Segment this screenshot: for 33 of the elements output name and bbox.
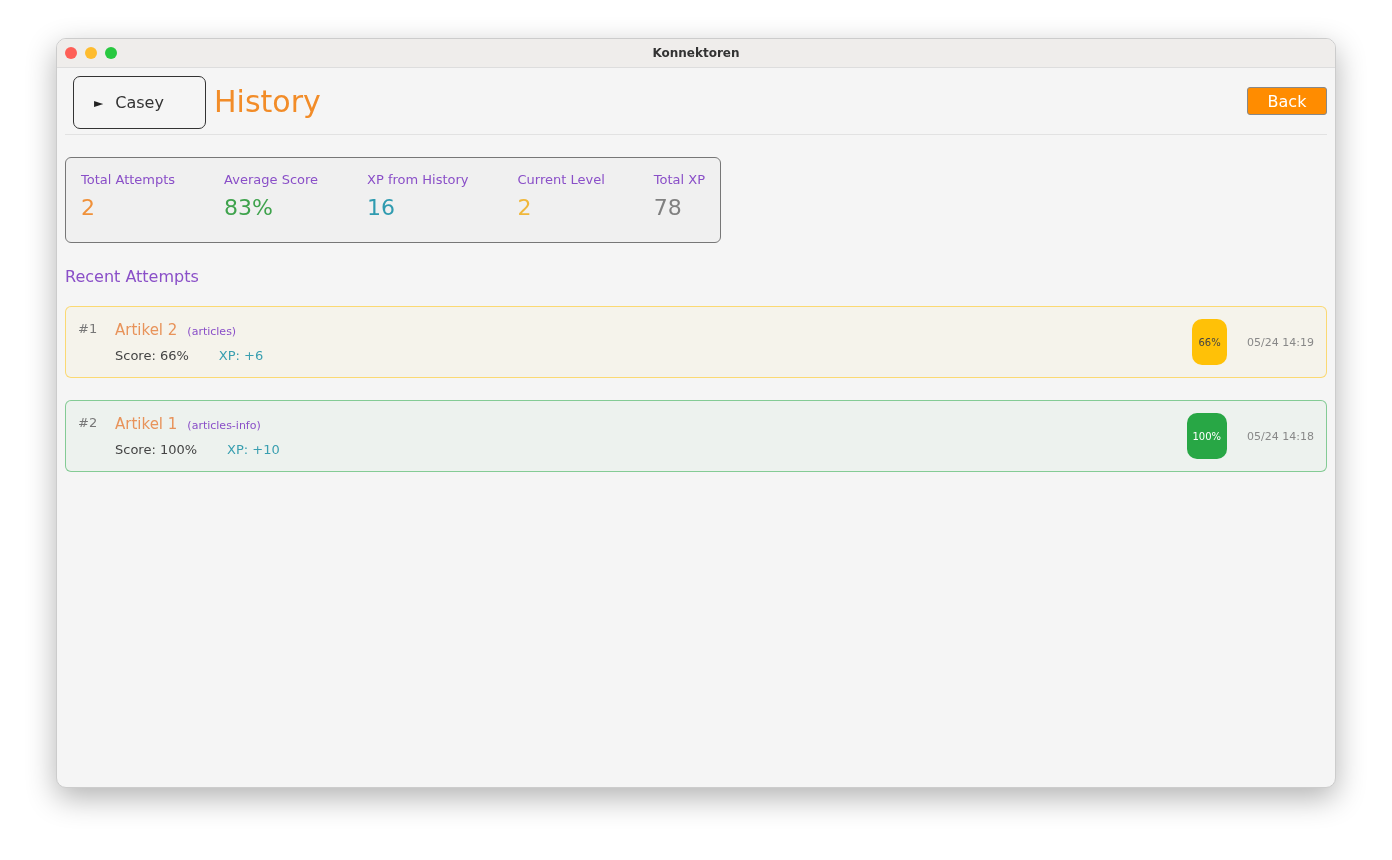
- attempt-time: 05/24 14:19: [1247, 335, 1314, 349]
- stat-value: 2: [517, 195, 533, 220]
- attempt-title: Artikel 2: [115, 321, 178, 339]
- stat-label: Total XP: [653, 172, 705, 187]
- score-badge: 66%: [1192, 319, 1228, 365]
- attempt-time: 05/24 14:18: [1247, 429, 1314, 443]
- page-title: History: [214, 83, 321, 119]
- stat-label: Average Score: [224, 172, 319, 187]
- stat-label: Total Attempts: [81, 172, 176, 187]
- stat-value: 2: [81, 195, 96, 220]
- triangle-marker: ►: [94, 95, 104, 110]
- stat-value: 83%: [224, 195, 274, 220]
- attempt-category: (articles): [187, 325, 237, 338]
- stat-label: Current Level: [517, 172, 605, 187]
- attempt-xp: XP: +6: [218, 348, 264, 363]
- stat-value: 16: [367, 195, 396, 220]
- attempt-xp: XP: +10: [227, 442, 280, 457]
- attempt-score: Score: 66%: [115, 348, 189, 363]
- user-name: Casey: [115, 93, 164, 112]
- stat-value: 78: [653, 195, 683, 220]
- attempt-title: Artikel 1: [115, 415, 178, 433]
- user-popup[interactable]: ► Casey: [73, 76, 206, 129]
- score-badge: 100%: [1186, 413, 1228, 459]
- section-title: Recent Attempts: [65, 267, 200, 286]
- window-title: Konnektoren: [652, 46, 740, 60]
- zoom-icon[interactable]: [105, 47, 117, 59]
- attempt-index: #1: [78, 321, 99, 336]
- minimize-icon[interactable]: [85, 47, 97, 59]
- stat-label: XP from History: [367, 172, 469, 187]
- attempt-index: #2: [78, 415, 99, 430]
- attempt-score: Score: 100%: [115, 442, 198, 457]
- close-icon[interactable]: [65, 47, 77, 59]
- attempt-category: (articles-info): [187, 419, 261, 432]
